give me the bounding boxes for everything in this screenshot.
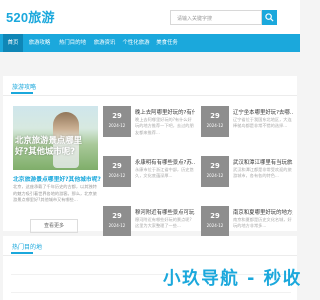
date-badge: 29 2024-12 bbox=[201, 106, 229, 137]
date-badge: 29 2024-12 bbox=[103, 206, 131, 237]
date-badge: 29 2024-12 bbox=[201, 156, 229, 187]
divider bbox=[11, 292, 291, 293]
main-nav: 首页 旅游攻略 热门目的地 旅游资讯 个性化旅游 美食任务 bbox=[0, 34, 300, 52]
section-title: 热门目的地 bbox=[12, 244, 43, 251]
section-title-underline bbox=[11, 252, 33, 254]
article-desc: 南京和夏都是历史文化名城，好玩的地方非常多... bbox=[233, 217, 292, 229]
featured-article-title[interactable]: 北京旅游景点哪里好?其他城市呢? bbox=[13, 174, 101, 183]
date-month: 2024-12 bbox=[108, 223, 126, 228]
article-desc: 辽宁省位于我国东北地区，大连棒槌岛都是非常不错的选择... bbox=[233, 117, 292, 129]
article-desc: 永康市位于浙江省中部，历史悠久，文化底蕴深厚... bbox=[135, 167, 194, 179]
nav-item-custom[interactable]: 个性化旅游 bbox=[120, 34, 152, 52]
watermark: 小玖导航 - 秒收录 bbox=[163, 269, 300, 289]
article-title[interactable]: 南京和夏哪里好玩的地方多吗... bbox=[233, 208, 293, 216]
date-day: 29 bbox=[210, 112, 220, 120]
search-input[interactable]: 请输入关键字搜 bbox=[170, 10, 262, 25]
date-day: 29 bbox=[112, 212, 122, 220]
section-header: 热门目的地 bbox=[3, 236, 297, 256]
date-badge: 29 2024-12 bbox=[201, 206, 229, 237]
article-title[interactable]: 晚上去阿哪里好玩的?有什... bbox=[135, 108, 195, 116]
nav-item-news[interactable]: 旅游资讯 bbox=[89, 34, 120, 52]
site-logo[interactable]: 520旅游 bbox=[6, 7, 55, 26]
article-item[interactable]: 29 2024-12 永康明有有哪些景点?苏... 永康市位于浙江省中部，历史悠… bbox=[103, 156, 195, 199]
section-title: 旅游攻略 bbox=[12, 84, 37, 91]
date-month: 2024-12 bbox=[108, 123, 126, 128]
article-desc: 晚上去阿哪里好玩的?有什么好玩的地方推荐一下吧，去过的朋友都来推荐... bbox=[135, 117, 194, 135]
article-desc: 武汉和潭江都是非常受欢迎的旅游城市，各有各的特色... bbox=[233, 167, 292, 179]
featured-image-caption: 北京旅游景点哪里好?其他城市呢? bbox=[15, 135, 82, 156]
nav-item-guides[interactable]: 旅游攻略 bbox=[23, 34, 56, 52]
featured-article-desc: 北京，这座承载了千年历史的古都，以其独特的魅力吸引着世界各地的游客。那么，北京旅… bbox=[13, 184, 97, 202]
section-header: 旅游攻略 bbox=[3, 76, 297, 96]
nav-item-home[interactable]: 首页 bbox=[3, 34, 23, 52]
section-title-underline bbox=[11, 92, 33, 94]
article-title[interactable]: 穆河附近有哪些景点可玩... bbox=[135, 208, 195, 216]
date-badge: 29 2024-12 bbox=[103, 106, 131, 137]
article-item[interactable]: 29 2024-12 武汉和潭江哪里有当玩旅... 武汉和潭江都是非常受欢迎的旅… bbox=[201, 156, 293, 199]
article-title[interactable]: 永康明有有哪些景点?苏... bbox=[135, 158, 195, 166]
guides-section: 旅游攻略 北京旅游景点哪里好?其他城市呢? 北京旅游景点哪里好?其他城市呢? 北… bbox=[3, 76, 297, 237]
article-title[interactable]: 辽宁坐本哪里好玩?去哪... bbox=[233, 108, 293, 116]
article-desc: 穆河附近有哪些好玩的景点呢?这里为大家整理了一些... bbox=[135, 217, 192, 229]
article-item[interactable]: 29 2024-12 晚上去阿哪里好玩的?有什... 晚上去阿哪里好玩的?有什么… bbox=[103, 106, 195, 149]
date-month: 2024-12 bbox=[206, 173, 224, 178]
nav-item-destinations[interactable]: 热门目的地 bbox=[56, 34, 89, 52]
date-month: 2024-12 bbox=[206, 123, 224, 128]
date-badge: 29 2024-12 bbox=[103, 156, 131, 187]
date-day: 29 bbox=[210, 162, 220, 170]
date-day: 29 bbox=[112, 162, 122, 170]
site-header: 520旅游 请输入关键字搜 bbox=[0, 0, 300, 34]
date-month: 2024-12 bbox=[108, 173, 126, 178]
date-month: 2024-12 bbox=[206, 223, 224, 228]
search-icon bbox=[265, 13, 274, 22]
article-title[interactable]: 武汉和潭江哪里有当玩旅... bbox=[233, 158, 293, 166]
view-more-button[interactable]: 查看更多 bbox=[30, 219, 78, 233]
date-day: 29 bbox=[210, 212, 220, 220]
page: 520旅游 请输入关键字搜 首页 旅游攻略 热门目的地 旅游资讯 个性化旅游 美… bbox=[0, 0, 300, 300]
featured-image[interactable]: 北京旅游景点哪里好?其他城市呢? bbox=[13, 106, 98, 170]
nav-item-food[interactable]: 美食任务 bbox=[152, 34, 182, 52]
article-item[interactable]: 29 2024-12 辽宁坐本哪里好玩?去哪... 辽宁省位于我国东北地区，大连… bbox=[201, 106, 293, 149]
search-button[interactable] bbox=[262, 10, 277, 25]
date-day: 29 bbox=[112, 112, 122, 120]
